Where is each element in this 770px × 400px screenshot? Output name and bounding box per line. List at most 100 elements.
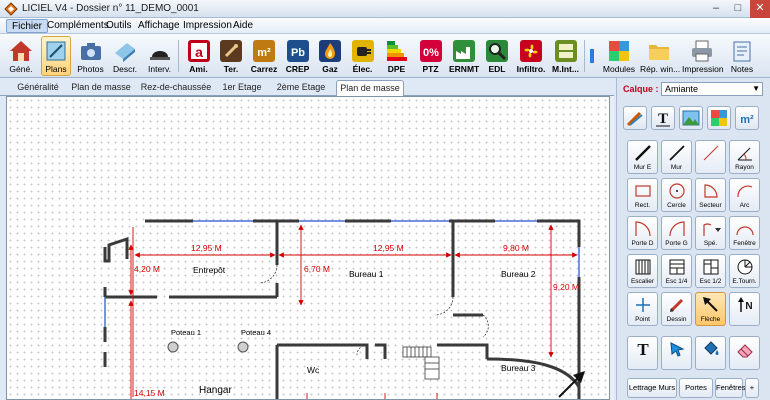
text-tool-icon: T xyxy=(637,340,649,359)
modules-button[interactable]: Modules xyxy=(601,36,637,76)
tool-mur-e[interactable]: Mur E xyxy=(627,140,658,174)
spiral-stairs-icon xyxy=(737,259,753,275)
surface-button[interactable]: m² xyxy=(735,106,759,130)
tool-mur[interactable]: Mur xyxy=(661,140,692,174)
pencil-icon xyxy=(669,298,684,313)
room-label: Hangar xyxy=(199,385,232,396)
tool-escalier[interactable]: Escalier xyxy=(627,254,658,288)
tab-1er-etage[interactable]: 1er Etage xyxy=(220,80,264,96)
tool-texte[interactable]: T xyxy=(627,336,658,370)
plan-canvas[interactable]: 12,95 M 12,95 M 9,80 M 4,20 M 6,70 M 9,2… xyxy=(6,96,610,400)
tab-plan-de-masse[interactable]: Plan de masse xyxy=(70,80,132,96)
tool-special[interactable]: Spé. xyxy=(695,216,726,250)
modules-tool-button[interactable] xyxy=(707,106,731,130)
image-button[interactable] xyxy=(679,106,703,130)
tool-gomme[interactable] xyxy=(729,336,760,370)
intervention-button[interactable]: Interv. xyxy=(144,36,175,76)
svg-text:m²: m² xyxy=(257,47,271,59)
dim-label: 9,80 M xyxy=(503,243,529,253)
portes-button[interactable]: Portes xyxy=(679,378,713,398)
svg-text:Pb: Pb xyxy=(290,47,304,59)
tab-rez-de-chaussee[interactable]: Rez-de-chaussée xyxy=(140,80,212,96)
tool-dessin[interactable]: Dessin xyxy=(661,292,692,326)
tool-line[interactable] xyxy=(695,140,726,174)
tool-rect[interactable]: Rect. xyxy=(627,178,658,212)
measure-interior-icon xyxy=(554,40,577,62)
tab-generalite[interactable]: Généralité xyxy=(10,80,66,96)
folder-icon xyxy=(649,45,669,60)
maximize-button[interactable]: □ xyxy=(728,0,748,18)
mesurage-interieur-button[interactable]: M.Int... xyxy=(550,36,581,76)
door-right-icon xyxy=(635,221,651,237)
notes-button[interactable]: Notes xyxy=(725,36,759,76)
tool-escalier-tournant[interactable]: E.Tourn. xyxy=(729,254,760,288)
dpe-button[interactable]: DPE xyxy=(381,36,412,76)
drawing-tools-panel: Calque : Amiante ▼ T m² Mur E Mur Rayon … xyxy=(616,78,770,400)
general-button[interactable]: Géné. xyxy=(5,36,37,76)
canvas-scrollbar[interactable] xyxy=(610,96,614,400)
pencil-color-button[interactable] xyxy=(623,106,647,130)
description-button[interactable]: Descr. xyxy=(109,36,141,76)
edl-button[interactable]: EDL xyxy=(482,36,512,76)
repertoire-windows-button[interactable]: Rép. win... xyxy=(639,36,680,76)
tool-escalier-demi[interactable]: Esc 1/2 xyxy=(695,254,726,288)
fenetres-button[interactable]: Fenêtres xyxy=(715,378,746,398)
tool-porte-d[interactable]: Porte D xyxy=(627,216,658,250)
menu-aide[interactable]: Aide xyxy=(228,19,258,33)
calque-dropdown[interactable]: Amiante ▼ xyxy=(661,82,763,96)
notes-icon xyxy=(733,41,751,62)
photos-button[interactable]: Photos xyxy=(75,36,106,76)
room-label: Poteau 4 xyxy=(241,328,271,337)
toolbar-overflow-button[interactable] xyxy=(587,36,595,76)
plans-button[interactable]: Plans xyxy=(41,36,71,76)
ernmt-button[interactable]: ERNMT xyxy=(448,36,480,76)
tool-nord[interactable]: N xyxy=(729,292,760,326)
infiltrometrie-button[interactable]: Infiltro. xyxy=(514,36,548,76)
menu-outils[interactable]: Outils xyxy=(101,19,137,33)
stairs-quarter-icon xyxy=(669,259,685,275)
post-1[interactable] xyxy=(167,341,179,353)
stairs[interactable] xyxy=(402,346,440,380)
tool-point[interactable]: Point xyxy=(627,292,658,326)
tool-remplissage[interactable] xyxy=(695,336,726,370)
tab-2eme-etage[interactable]: 2ème Etage xyxy=(274,80,328,96)
amiante-button[interactable]: a Ami. xyxy=(183,36,214,76)
tool-fleche[interactable]: Flèche xyxy=(695,292,726,326)
tool-curseur[interactable] xyxy=(661,336,692,370)
main-toolbar: Géné. Plans Photos Descr. Interv. a Ami.… xyxy=(0,34,770,78)
tab-plan-de-masse-2[interactable]: Plan de masse 2 xyxy=(336,80,404,108)
electricite-button[interactable]: Élec. xyxy=(347,36,378,76)
dim-label: 9,20 M xyxy=(553,282,579,292)
tool-porte-g[interactable]: Porte G xyxy=(661,216,692,250)
tool-escalier-quart[interactable]: Esc 1/4 xyxy=(661,254,692,288)
post-4[interactable] xyxy=(237,341,249,353)
crep-button[interactable]: Pb CREP xyxy=(282,36,313,76)
factory-icon xyxy=(453,40,475,62)
minimize-button[interactable]: – xyxy=(706,0,726,18)
floor-plan[interactable]: 12,95 M 12,95 M 9,80 M 4,20 M 6,70 M 9,2… xyxy=(7,97,610,400)
text-button[interactable]: T xyxy=(651,106,675,130)
tool-secteur[interactable]: Secteur xyxy=(695,178,726,212)
fan-icon xyxy=(520,40,542,62)
room-label: Entrepôt xyxy=(193,265,226,275)
more-button[interactable]: + xyxy=(745,378,759,398)
impression-button[interactable]: Impression xyxy=(681,36,724,76)
termites-button[interactable]: Ter. xyxy=(216,36,246,76)
energy-label-icon xyxy=(386,41,407,61)
close-button[interactable]: ✕ xyxy=(750,0,770,18)
tool-fenetre[interactable]: Fenêtre xyxy=(729,216,760,250)
carrez-icon: m² xyxy=(253,40,275,62)
room-label: Bureau 1 xyxy=(349,269,384,279)
circle-icon xyxy=(669,183,685,199)
tool-rayon[interactable]: Rayon xyxy=(729,140,760,174)
ptz-button[interactable]: 0% PTZ xyxy=(415,36,446,76)
gaz-button[interactable]: Gaz xyxy=(315,36,345,76)
tool-cercle[interactable]: Cercle xyxy=(661,178,692,212)
lettrage-murs-button[interactable]: Lettrage Murs xyxy=(627,378,677,398)
menu-affichage[interactable]: Affichage xyxy=(133,19,185,33)
magnifier-icon xyxy=(486,40,508,62)
carrez-button[interactable]: m² Carrez xyxy=(248,36,280,76)
stairs-half-icon xyxy=(703,259,719,275)
eraser-icon xyxy=(737,344,753,358)
tool-arc[interactable]: Arc xyxy=(729,178,760,212)
